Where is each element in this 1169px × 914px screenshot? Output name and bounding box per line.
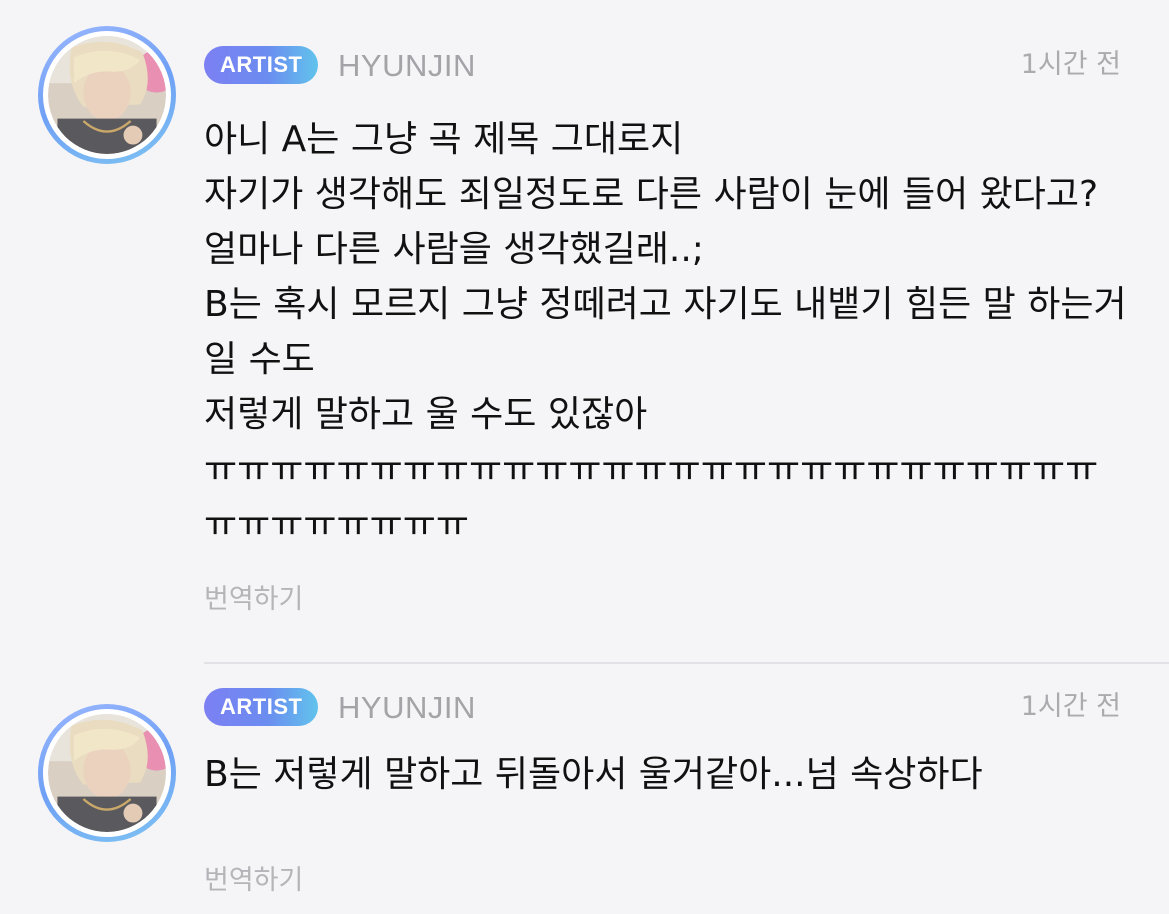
- username[interactable]: HYUNJIN: [338, 688, 476, 728]
- avatar[interactable]: [38, 704, 176, 842]
- comment-text: 아니 A는 그냥 곡 제목 그대로지 자기가 생각해도 죄일정도로 다른 사람이…: [204, 119, 1127, 545]
- avatar-photo-icon: [48, 36, 166, 154]
- avatar-photo-icon: [48, 714, 166, 832]
- comment-header: ARTIST HYUNJIN 1시간 전: [204, 688, 1169, 728]
- avatar-image: [43, 31, 171, 159]
- comment-item: ARTIST HYUNJIN 1시간 전 아니 A는 그냥 곡 제목 그대로지 …: [0, 0, 1169, 664]
- translate-button[interactable]: 번역하기: [204, 858, 303, 897]
- avatar[interactable]: [38, 26, 176, 164]
- timestamp: 1시간 전: [1020, 691, 1121, 722]
- avatar-image: [43, 709, 171, 837]
- comment-text: B는 저렇게 말하고 뒤돌아서 울거같아...넘 속상하다: [204, 754, 983, 795]
- username[interactable]: HYUNJIN: [338, 46, 476, 86]
- artist-badge: ARTIST: [204, 688, 319, 726]
- timestamp: 1시간 전: [1020, 49, 1121, 80]
- comment-header: ARTIST HYUNJIN 1시간 전: [204, 46, 1169, 86]
- translate-button[interactable]: 번역하기: [204, 577, 303, 616]
- comment-item: ARTIST HYUNJIN 1시간 전 B는 저렇게 말하고 뒤돌아서 울거같…: [0, 664, 1169, 914]
- artist-badge: ARTIST: [204, 46, 319, 84]
